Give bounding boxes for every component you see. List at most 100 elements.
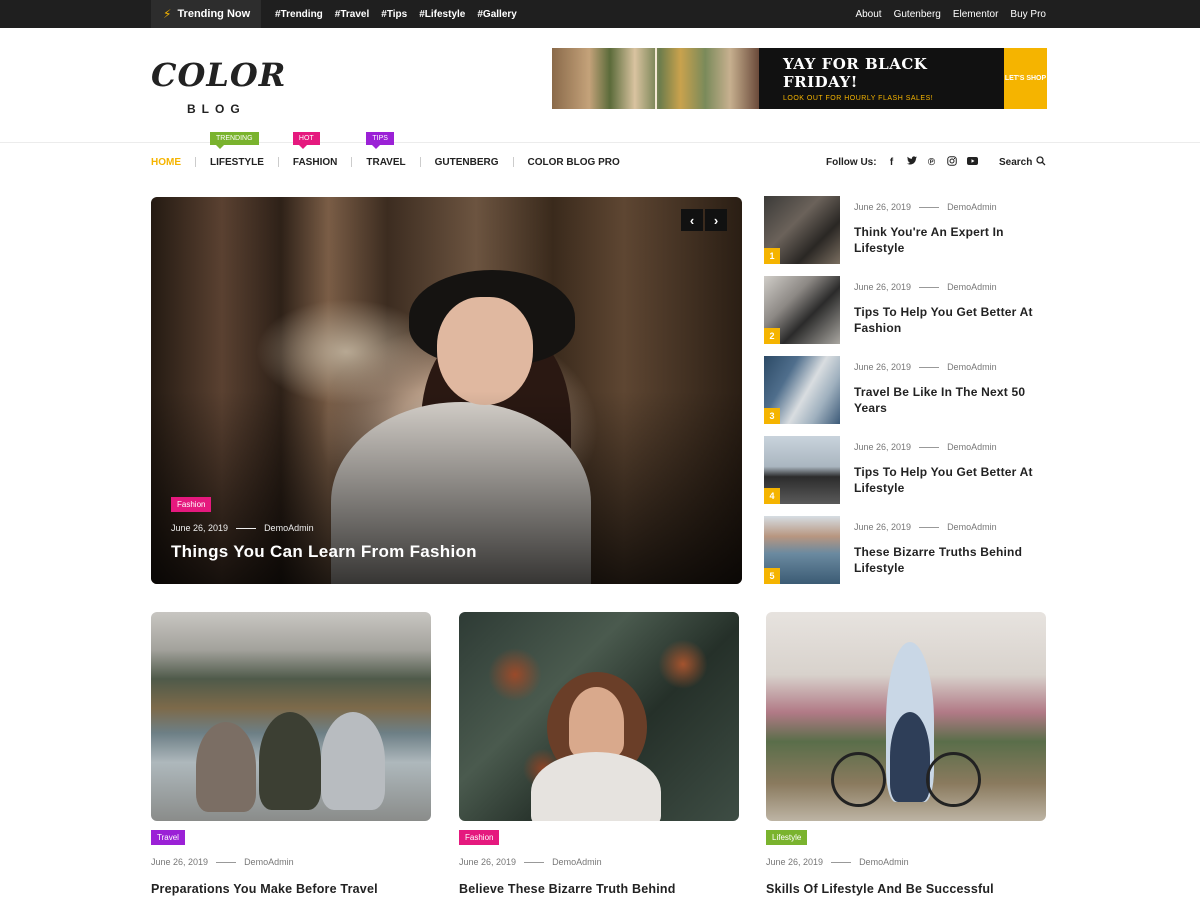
post-image[interactable] — [151, 612, 431, 821]
top-link-elementor[interactable]: Elementor — [953, 9, 999, 20]
post-author[interactable]: DemoAdmin — [947, 522, 997, 532]
meta-dash — [919, 446, 940, 448]
top-link-about[interactable]: About — [855, 9, 881, 20]
post-title[interactable]: Travel Be Like In The Next 50 Years — [854, 384, 1044, 416]
logo-word-blog: BLOG — [187, 102, 246, 116]
list-item[interactable]: 3 June 26, 2019 DemoAdmin Travel Be Like… — [764, 356, 1047, 424]
image-figure — [531, 752, 661, 821]
category-tag[interactable]: Fashion — [459, 830, 500, 845]
meta-dash — [919, 286, 940, 288]
post-thumbnail[interactable]: 1 — [764, 196, 840, 264]
black-friday-banner[interactable]: YAY FOR BLACK FRIDAY! LOOK OUT FOR HOURL… — [552, 48, 1047, 109]
nav-badge-trending: TRENDING — [210, 132, 259, 149]
post-rank: 3 — [764, 408, 780, 424]
post-rank: 5 — [764, 568, 780, 584]
image-figure — [196, 722, 256, 812]
list-item[interactable]: 5 June 26, 2019 DemoAdmin These Bizarre … — [764, 516, 1047, 584]
post-author[interactable]: DemoAdmin — [947, 282, 997, 292]
post-thumbnail[interactable]: 3 — [764, 356, 840, 424]
trending-tag[interactable]: #Trending — [275, 9, 323, 20]
trending-tag[interactable]: #Travel — [335, 9, 369, 20]
post-thumbnail[interactable]: 4 — [764, 436, 840, 504]
trending-tag[interactable]: #Lifestyle — [419, 9, 465, 20]
post-date[interactable]: June 26, 2019 — [171, 523, 228, 533]
meta-dash — [919, 526, 940, 528]
list-item[interactable]: 2 June 26, 2019 DemoAdmin Tips To Help Y… — [764, 276, 1047, 344]
category-tag[interactable]: Lifestyle — [766, 830, 808, 845]
nav-item-fashion[interactable]: HOT FASHION — [279, 132, 351, 174]
nav-item-lifestyle[interactable]: TRENDING LIFESTYLE — [196, 132, 278, 174]
list-item[interactable]: 4 June 26, 2019 DemoAdmin Tips To Help Y… — [764, 436, 1047, 504]
post-image[interactable] — [766, 612, 1046, 821]
post-author[interactable]: DemoAdmin — [947, 442, 997, 452]
top-link-gutenberg[interactable]: Gutenberg — [894, 9, 941, 20]
post-date[interactable]: June 26, 2019 — [854, 202, 911, 212]
category-tag[interactable]: Travel — [151, 830, 185, 845]
slider-arrows: ‹ › — [681, 209, 727, 231]
post-title[interactable]: Think You're An Expert In Lifestyle — [854, 224, 1044, 256]
post-date[interactable]: June 26, 2019 — [151, 857, 208, 867]
post-date[interactable]: June 26, 2019 — [766, 857, 823, 867]
banner-title: YAY FOR BLACK FRIDAY! — [783, 55, 928, 91]
post-card[interactable]: Fashion June 26, 2019 DemoAdmin Believe … — [459, 612, 739, 896]
post-image[interactable] — [459, 612, 739, 821]
post-meta: June 26, 2019 DemoAdmin — [854, 522, 997, 532]
hero-meta: June 26, 2019 DemoAdmin — [171, 523, 477, 533]
meta-dash — [919, 366, 940, 368]
featured-post[interactable]: ‹ › Fashion June 26, 2019 DemoAdmin Thin… — [151, 197, 742, 584]
nav-item-color-blog-pro[interactable]: COLOR BLOG PRO — [514, 150, 634, 174]
nav-item-home[interactable]: HOME — [151, 150, 195, 174]
post-card[interactable]: Travel June 26, 2019 DemoAdmin Preparati… — [151, 612, 431, 896]
post-title[interactable]: Preparations You Make Before Travel — [151, 882, 441, 896]
post-author[interactable]: DemoAdmin — [552, 857, 602, 867]
list-item[interactable]: 1 June 26, 2019 DemoAdmin Think You're A… — [764, 196, 1047, 264]
image-bicycle-wheel — [831, 752, 886, 807]
post-title[interactable]: Tips To Help You Get Better At Lifestyle — [854, 464, 1044, 496]
post-title[interactable]: Believe These Bizarre Truth Behind — [459, 882, 749, 896]
site-logo[interactable]: COLOR BLOG — [149, 56, 285, 116]
image-figure — [321, 712, 385, 810]
top-bar: ⚡ Trending Now #Trending #Travel #Tips #… — [0, 0, 1200, 28]
post-date[interactable]: June 26, 2019 — [854, 522, 911, 532]
post-date[interactable]: June 26, 2019 — [459, 857, 516, 867]
post-date[interactable]: June 26, 2019 — [854, 442, 911, 452]
top-link-buy-pro[interactable]: Buy Pro — [1010, 9, 1046, 20]
post-thumbnail[interactable]: 2 — [764, 276, 840, 344]
post-title[interactable]: These Bizarre Truths Behind Lifestyle — [854, 544, 1044, 576]
post-author[interactable]: DemoAdmin — [859, 857, 909, 867]
post-card[interactable]: Lifestyle June 26, 2019 DemoAdmin Skills… — [766, 612, 1046, 896]
pinterest-icon[interactable]: ℗ — [927, 157, 937, 168]
facebook-icon[interactable]: f — [887, 157, 897, 168]
post-author[interactable]: DemoAdmin — [264, 523, 314, 533]
meta-dash — [831, 861, 852, 863]
nav-item-gutenberg[interactable]: GUTENBERG — [421, 150, 513, 174]
post-author[interactable]: DemoAdmin — [947, 202, 997, 212]
post-author[interactable]: DemoAdmin — [947, 362, 997, 372]
image-figure — [569, 687, 624, 757]
twitter-icon[interactable] — [906, 156, 917, 168]
slider-next-button[interactable]: › — [705, 209, 727, 231]
meta-dash — [524, 861, 545, 863]
trending-tag[interactable]: #Gallery — [477, 9, 516, 20]
instagram-icon[interactable] — [946, 155, 957, 169]
hero-title[interactable]: Things You Can Learn From Fashion — [171, 542, 477, 562]
post-title[interactable]: Skills Of Lifestyle And Be Successful — [766, 882, 1056, 896]
trending-tag[interactable]: #Tips — [381, 9, 407, 20]
post-date[interactable]: June 26, 2019 — [854, 282, 911, 292]
search-button[interactable]: Search — [999, 150, 1046, 174]
post-title[interactable]: Tips To Help You Get Better At Fashion — [854, 304, 1044, 336]
trending-tags: #Trending #Travel #Tips #Lifestyle #Gall… — [275, 0, 517, 28]
post-meta: June 26, 2019 DemoAdmin — [854, 362, 997, 372]
youtube-icon[interactable] — [966, 156, 978, 168]
slider-prev-button[interactable]: ‹ — [681, 209, 703, 231]
post-thumbnail[interactable]: 5 — [764, 516, 840, 584]
hero-text: Fashion June 26, 2019 DemoAdmin Things Y… — [171, 494, 477, 562]
post-meta: June 26, 2019 DemoAdmin — [854, 442, 997, 452]
image-figure — [259, 712, 321, 810]
banner-shop-button[interactable]: LET'S SHOP — [1004, 48, 1047, 109]
post-author[interactable]: DemoAdmin — [244, 857, 294, 867]
post-date[interactable]: June 26, 2019 — [854, 362, 911, 372]
nav-badge-tips: TIPS — [366, 132, 394, 149]
nav-item-travel[interactable]: TIPS TRAVEL — [352, 132, 419, 174]
hero-category-tag[interactable]: Fashion — [171, 497, 212, 512]
